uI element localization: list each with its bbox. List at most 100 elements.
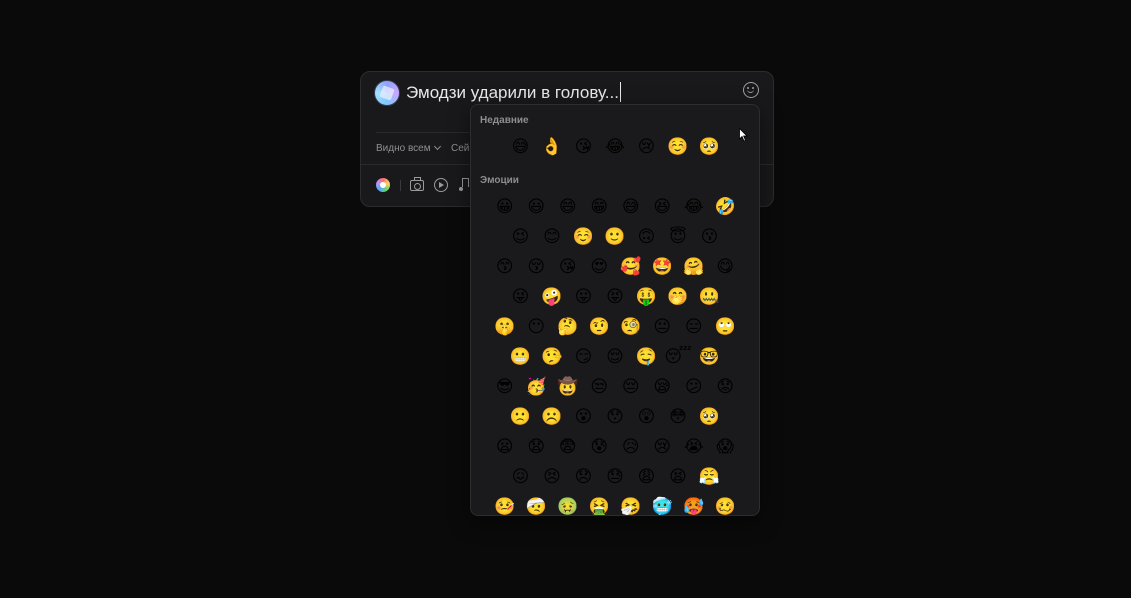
emoji-button[interactable]: 😏 bbox=[568, 342, 600, 372]
emoji-button[interactable]: 😯 bbox=[599, 402, 631, 432]
emoji-button[interactable]: 😘 bbox=[568, 132, 600, 162]
emoji-button[interactable]: 😱 bbox=[710, 432, 742, 462]
emoji-button[interactable]: 😗 bbox=[694, 222, 726, 252]
emoji-button[interactable]: 😪 bbox=[647, 372, 679, 402]
emoji-button[interactable]: 🤩 bbox=[647, 252, 679, 282]
emoji-button[interactable]: 😓 bbox=[599, 462, 631, 492]
emoji-button[interactable]: 😕 bbox=[678, 372, 710, 402]
emoji-button[interactable]: 😟 bbox=[710, 372, 742, 402]
emoji-button[interactable]: 🤤 bbox=[631, 342, 663, 372]
camera-icon[interactable] bbox=[410, 177, 424, 191]
emoji-button[interactable]: 😰 bbox=[584, 432, 616, 462]
emoji-button[interactable]: 😘 bbox=[552, 252, 584, 282]
schedule-button[interactable]: Сей bbox=[451, 143, 469, 154]
emoji-button[interactable]: 🙂 bbox=[599, 222, 631, 252]
post-text-input[interactable]: Эмодзи ударили в голову... bbox=[406, 82, 621, 104]
emoji-button[interactable]: 😙 bbox=[489, 252, 521, 282]
emoji-button[interactable]: ☺️ bbox=[568, 222, 600, 252]
emoji-button[interactable]: 😳 bbox=[662, 402, 694, 432]
emoji-button[interactable]: 😛 bbox=[568, 282, 600, 312]
emoji-button[interactable]: 🧐 bbox=[615, 312, 647, 342]
play-circle-icon[interactable] bbox=[434, 178, 448, 192]
emoji-button[interactable]: 😩 bbox=[631, 462, 663, 492]
emoji-button[interactable]: 😨 bbox=[552, 432, 584, 462]
emoji-button[interactable]: 😜 bbox=[505, 282, 537, 312]
emoji-button[interactable]: 🤓 bbox=[694, 342, 726, 372]
emoji-button[interactable]: 🤨 bbox=[584, 312, 616, 342]
emoji-button[interactable]: 🥵 bbox=[678, 492, 710, 515]
emoji-button[interactable]: 👌 bbox=[536, 132, 568, 162]
smiley-icon[interactable] bbox=[743, 82, 759, 98]
emoji-button[interactable]: 😞 bbox=[568, 462, 600, 492]
emoji-button[interactable]: 😧 bbox=[521, 432, 553, 462]
emoji-button[interactable]: 😔 bbox=[615, 372, 647, 402]
emoji-button[interactable]: 😅 bbox=[505, 132, 537, 162]
emoji-button[interactable]: 🥳 bbox=[521, 372, 553, 402]
emoji-button[interactable]: 😉 bbox=[505, 222, 537, 252]
emoji-button[interactable]: 🤗 bbox=[678, 252, 710, 282]
emoji-button[interactable]: ☺️ bbox=[662, 132, 694, 162]
emoji-button[interactable]: 😝 bbox=[599, 282, 631, 312]
emoji-button[interactable]: 😄 bbox=[552, 192, 584, 222]
emoji-button[interactable]: 🙄 bbox=[710, 312, 742, 342]
emoji-button[interactable]: 🤥 bbox=[536, 342, 568, 372]
emoji-button[interactable]: 🥺 bbox=[694, 132, 726, 162]
emoji-button[interactable]: 🥰 bbox=[615, 252, 647, 282]
emoji-button[interactable]: 😐 bbox=[647, 312, 679, 342]
emoji-button[interactable]: 🥶 bbox=[647, 492, 679, 515]
emoji-button[interactable]: 😋 bbox=[710, 252, 742, 282]
emoji-button[interactable]: 🤠 bbox=[552, 372, 584, 402]
emoji-button[interactable]: 😫 bbox=[662, 462, 694, 492]
emoji-button[interactable]: 🤧 bbox=[615, 492, 647, 515]
emoji-row: 😜 🤪 😛 😝 🤑 🤭 🤐 bbox=[471, 282, 759, 312]
emoji-button[interactable]: 😣 bbox=[536, 462, 568, 492]
emoji-button[interactable]: 😤 bbox=[694, 462, 726, 492]
emoji-button[interactable]: 🤣 bbox=[710, 192, 742, 222]
emoji-button[interactable]: 😇 bbox=[662, 222, 694, 252]
emoji-button[interactable]: 😶 bbox=[521, 312, 553, 342]
emoji-button[interactable]: 🤒 bbox=[489, 492, 521, 515]
emoji-button[interactable]: 😖 bbox=[505, 462, 537, 492]
emoji-button[interactable]: 😑 bbox=[678, 312, 710, 342]
emoji-button[interactable]: 😂 bbox=[678, 192, 710, 222]
emoji-button[interactable]: 😒 bbox=[584, 372, 616, 402]
avatar-icon[interactable] bbox=[374, 80, 400, 106]
emoji-button[interactable]: ☹️ bbox=[536, 402, 568, 432]
emoji-button[interactable]: 😮 bbox=[568, 402, 600, 432]
emoji-button[interactable]: 😎 bbox=[489, 372, 521, 402]
emoji-button[interactable]: 🙃 bbox=[631, 222, 663, 252]
emoji-button[interactable]: 😥 bbox=[615, 432, 647, 462]
emoji-button[interactable]: 😁 bbox=[584, 192, 616, 222]
emoji-button[interactable]: 🥺 bbox=[694, 402, 726, 432]
emoji-button[interactable]: 😂 bbox=[599, 132, 631, 162]
emoji-button[interactable]: 🤭 bbox=[662, 282, 694, 312]
emoji-button[interactable]: 🤫 bbox=[489, 312, 521, 342]
emoji-button[interactable]: 😃 bbox=[521, 192, 553, 222]
color-wheel-icon[interactable] bbox=[376, 178, 390, 192]
emoji-button[interactable]: 😀 bbox=[489, 192, 521, 222]
emoji-button[interactable]: 🤢 bbox=[552, 492, 584, 515]
emoji-button[interactable]: 🥴 bbox=[710, 492, 742, 515]
emoji-button[interactable]: 😴 bbox=[662, 342, 694, 372]
emoji-button[interactable]: 😅 bbox=[615, 192, 647, 222]
emoji-button[interactable]: 😆 bbox=[647, 192, 679, 222]
emoji-button[interactable]: 🤪 bbox=[536, 282, 568, 312]
emoji-button[interactable]: 😌 bbox=[599, 342, 631, 372]
visibility-dropdown[interactable]: Видно всем bbox=[376, 142, 441, 154]
emoji-button[interactable]: 🤕 bbox=[521, 492, 553, 515]
emoji-button[interactable]: 🤑 bbox=[631, 282, 663, 312]
emoji-button[interactable]: 😢 bbox=[647, 432, 679, 462]
emoji-button[interactable]: 😲 bbox=[631, 402, 663, 432]
emoji-button[interactable]: 🙁 bbox=[505, 402, 537, 432]
emoji-button[interactable]: 😚 bbox=[521, 252, 553, 282]
emoji-button[interactable]: 😢 bbox=[631, 132, 663, 162]
emoji-button[interactable]: 🤮 bbox=[584, 492, 616, 515]
emoji-button[interactable]: 😊 bbox=[536, 222, 568, 252]
emoji-button[interactable]: 🤔 bbox=[552, 312, 584, 342]
emoji-button[interactable]: 😦 bbox=[489, 432, 521, 462]
text-caret bbox=[619, 82, 621, 102]
emoji-button[interactable]: 🤐 bbox=[694, 282, 726, 312]
emoji-button[interactable]: 😍 bbox=[584, 252, 616, 282]
emoji-button[interactable]: 😭 bbox=[678, 432, 710, 462]
emoji-button[interactable]: 😬 bbox=[505, 342, 537, 372]
